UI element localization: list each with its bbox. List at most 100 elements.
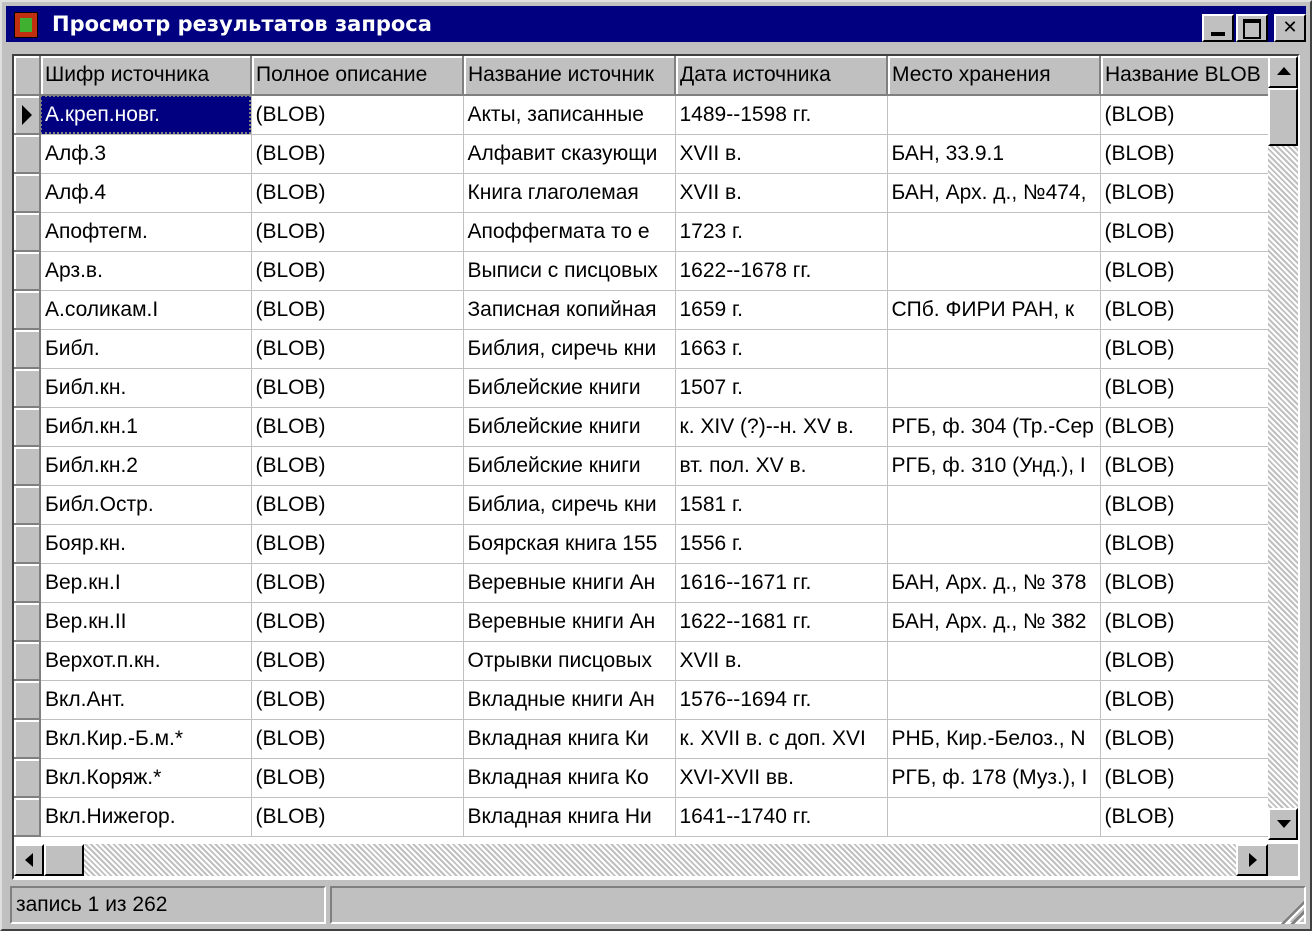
table-cell[interactable]: (BLOB)	[251, 95, 464, 135]
table-row[interactable]: Библ.Остр. (BLOB) Библиа, сиречь кни 1581 г…	[14, 485, 1271, 525]
row-indicator[interactable]	[14, 524, 41, 564]
table-cell[interactable]: Верхот.п.кн.	[40, 641, 252, 681]
table-cell[interactable]: 1576--1694 гг.	[675, 680, 888, 720]
table-cell[interactable]: Отрывки писцовых	[463, 641, 676, 681]
table-cell[interactable]: (BLOB)	[1100, 173, 1271, 213]
table-cell[interactable]: (BLOB)	[251, 602, 464, 642]
table-cell[interactable]	[887, 524, 1101, 564]
row-indicator[interactable]	[14, 95, 41, 135]
table-cell[interactable]	[887, 641, 1101, 681]
column-header[interactable]: Дата источника	[675, 56, 888, 96]
table-cell[interactable]: Вкл.Нижегор.	[40, 797, 252, 837]
table-cell[interactable]: (BLOB)	[251, 446, 464, 486]
table-cell[interactable]: Вкладная книга Ки	[463, 719, 676, 759]
table-row[interactable]: Вер.кн.II (BLOB) Веревные книги Ан 1622--16…	[14, 602, 1271, 642]
table-cell[interactable]: (BLOB)	[1100, 758, 1271, 798]
table-cell[interactable]: СПб. ФИРИ РАН, к	[887, 290, 1101, 330]
table-cell[interactable]	[887, 485, 1101, 525]
table-cell[interactable]: Записная копийная	[463, 290, 676, 330]
table-cell[interactable]: 1556 г.	[675, 524, 888, 564]
row-indicator[interactable]	[14, 485, 41, 525]
table-cell[interactable]: Книга глаголемая	[463, 173, 676, 213]
row-indicator[interactable]	[14, 407, 41, 447]
table-cell[interactable]: Библиа, сиречь кни	[463, 485, 676, 525]
table-cell[interactable]: Алф.3	[40, 134, 252, 174]
table-cell[interactable]: А.креп.новг.	[40, 95, 252, 135]
table-cell[interactable]: (BLOB)	[1100, 602, 1271, 642]
table-cell[interactable]: Библ.кн.2	[40, 446, 252, 486]
table-cell[interactable]: (BLOB)	[1100, 446, 1271, 486]
table-cell[interactable]: (BLOB)	[1100, 719, 1271, 759]
table-cell[interactable]: Алф.4	[40, 173, 252, 213]
table-cell[interactable]	[887, 797, 1101, 837]
table-cell[interactable]: 1581 г.	[675, 485, 888, 525]
table-row[interactable]: Библ.кн.2 (BLOB) Библейские книги вт. пол. …	[14, 446, 1271, 486]
scroll-left-button[interactable]	[14, 844, 44, 876]
table-cell[interactable]: Вкл.Коряж.*	[40, 758, 252, 798]
table-cell[interactable]: (BLOB)	[251, 407, 464, 447]
table-cell[interactable]: Вкл.Кир.-Б.м.*	[40, 719, 252, 759]
app-icon[interactable]	[14, 12, 38, 38]
table-cell[interactable]: Апофтегм.	[40, 212, 252, 252]
table-cell[interactable]	[887, 680, 1101, 720]
table-cell[interactable]: БАН, 33.9.1	[887, 134, 1101, 174]
table-cell[interactable]: Библ.кн.	[40, 368, 252, 408]
title-bar[interactable]: Просмотр результатов запроса ✕	[6, 6, 1306, 42]
row-indicator[interactable]	[14, 329, 41, 369]
table-cell[interactable]: Алфавит сказующи	[463, 134, 676, 174]
table-cell[interactable]: РГБ, ф. 304 (Тр.-Сер	[887, 407, 1101, 447]
table-cell[interactable]: Вер.кн.I	[40, 563, 252, 603]
table-cell[interactable]: (BLOB)	[251, 641, 464, 681]
table-row[interactable]: Библ. (BLOB) Библия, сиречь кни 1663 г. (BLO…	[14, 329, 1271, 369]
table-row[interactable]: Верхот.п.кн. (BLOB) Отрывки писцовых XVII в…	[14, 641, 1271, 681]
scroll-down-button[interactable]	[1268, 808, 1298, 840]
table-cell[interactable]	[887, 212, 1101, 252]
table-cell[interactable]: (BLOB)	[251, 329, 464, 369]
resize-grip-icon[interactable]	[1278, 898, 1304, 924]
table-cell[interactable]: (BLOB)	[251, 173, 464, 213]
table-row[interactable]: Алф.3 (BLOB) Алфавит сказующи XVII в. БАН, 3…	[14, 134, 1271, 174]
vertical-scrollbar[interactable]	[1268, 56, 1298, 840]
table-cell[interactable]: 1616--1671 гг.	[675, 563, 888, 603]
table-cell[interactable]	[887, 251, 1101, 291]
table-cell[interactable]: (BLOB)	[1100, 407, 1271, 447]
table-cell[interactable]: 1663 г.	[675, 329, 888, 369]
table-cell[interactable]: (BLOB)	[1100, 485, 1271, 525]
table-cell[interactable]: 1507 г.	[675, 368, 888, 408]
table-cell[interactable]: Бояр.кн.	[40, 524, 252, 564]
row-indicator[interactable]	[14, 641, 41, 681]
table-cell[interactable]: (BLOB)	[1100, 251, 1271, 291]
row-indicator[interactable]	[14, 563, 41, 603]
table-cell[interactable]: (BLOB)	[251, 719, 464, 759]
horizontal-scroll-thumb[interactable]	[44, 844, 84, 876]
table-cell[interactable]: Арз.в.	[40, 251, 252, 291]
row-indicator[interactable]	[14, 680, 41, 720]
table-cell[interactable]: Веревные книги Ан	[463, 563, 676, 603]
table-cell[interactable]	[887, 329, 1101, 369]
column-header[interactable]: Название источник	[463, 56, 676, 96]
results-grid[interactable]: Шифр источника Полное описание Название ис…	[12, 54, 1300, 880]
table-cell[interactable]: вт. пол. XV в.	[675, 446, 888, 486]
column-header[interactable]: Шифр источника	[40, 56, 252, 96]
table-cell[interactable]: XVII в.	[675, 641, 888, 681]
table-cell[interactable]	[887, 368, 1101, 408]
table-cell[interactable]: (BLOB)	[251, 485, 464, 525]
table-row[interactable]: Вкл.Ант. (BLOB) Вкладные книги Ан 1576--169…	[14, 680, 1271, 720]
table-cell[interactable]: Библейские книги	[463, 407, 676, 447]
table-row[interactable]: Арз.в. (BLOB) Выписи с писцовых 1622--1678 …	[14, 251, 1271, 291]
row-indicator[interactable]	[14, 290, 41, 330]
table-cell[interactable]: к. XVII в. с доп. XVI	[675, 719, 888, 759]
row-indicator[interactable]	[14, 719, 41, 759]
table-cell[interactable]: Библейские книги	[463, 368, 676, 408]
table-row[interactable]: Вкл.Кир.-Б.м.* (BLOB) Вкладная книга Ки к. …	[14, 719, 1271, 759]
table-cell[interactable]: Вкл.Ант.	[40, 680, 252, 720]
table-cell[interactable]: (BLOB)	[1100, 524, 1271, 564]
table-cell[interactable]	[887, 95, 1101, 135]
table-cell[interactable]: (BLOB)	[251, 290, 464, 330]
close-button[interactable]: ✕	[1274, 14, 1306, 42]
row-indicator[interactable]	[14, 251, 41, 291]
table-row[interactable]: Вер.кн.I (BLOB) Веревные книги Ан 1616--167…	[14, 563, 1271, 603]
row-indicator[interactable]	[14, 758, 41, 798]
table-cell[interactable]: БАН, Арх. д., №474,	[887, 173, 1101, 213]
table-cell[interactable]: Вер.кн.II	[40, 602, 252, 642]
